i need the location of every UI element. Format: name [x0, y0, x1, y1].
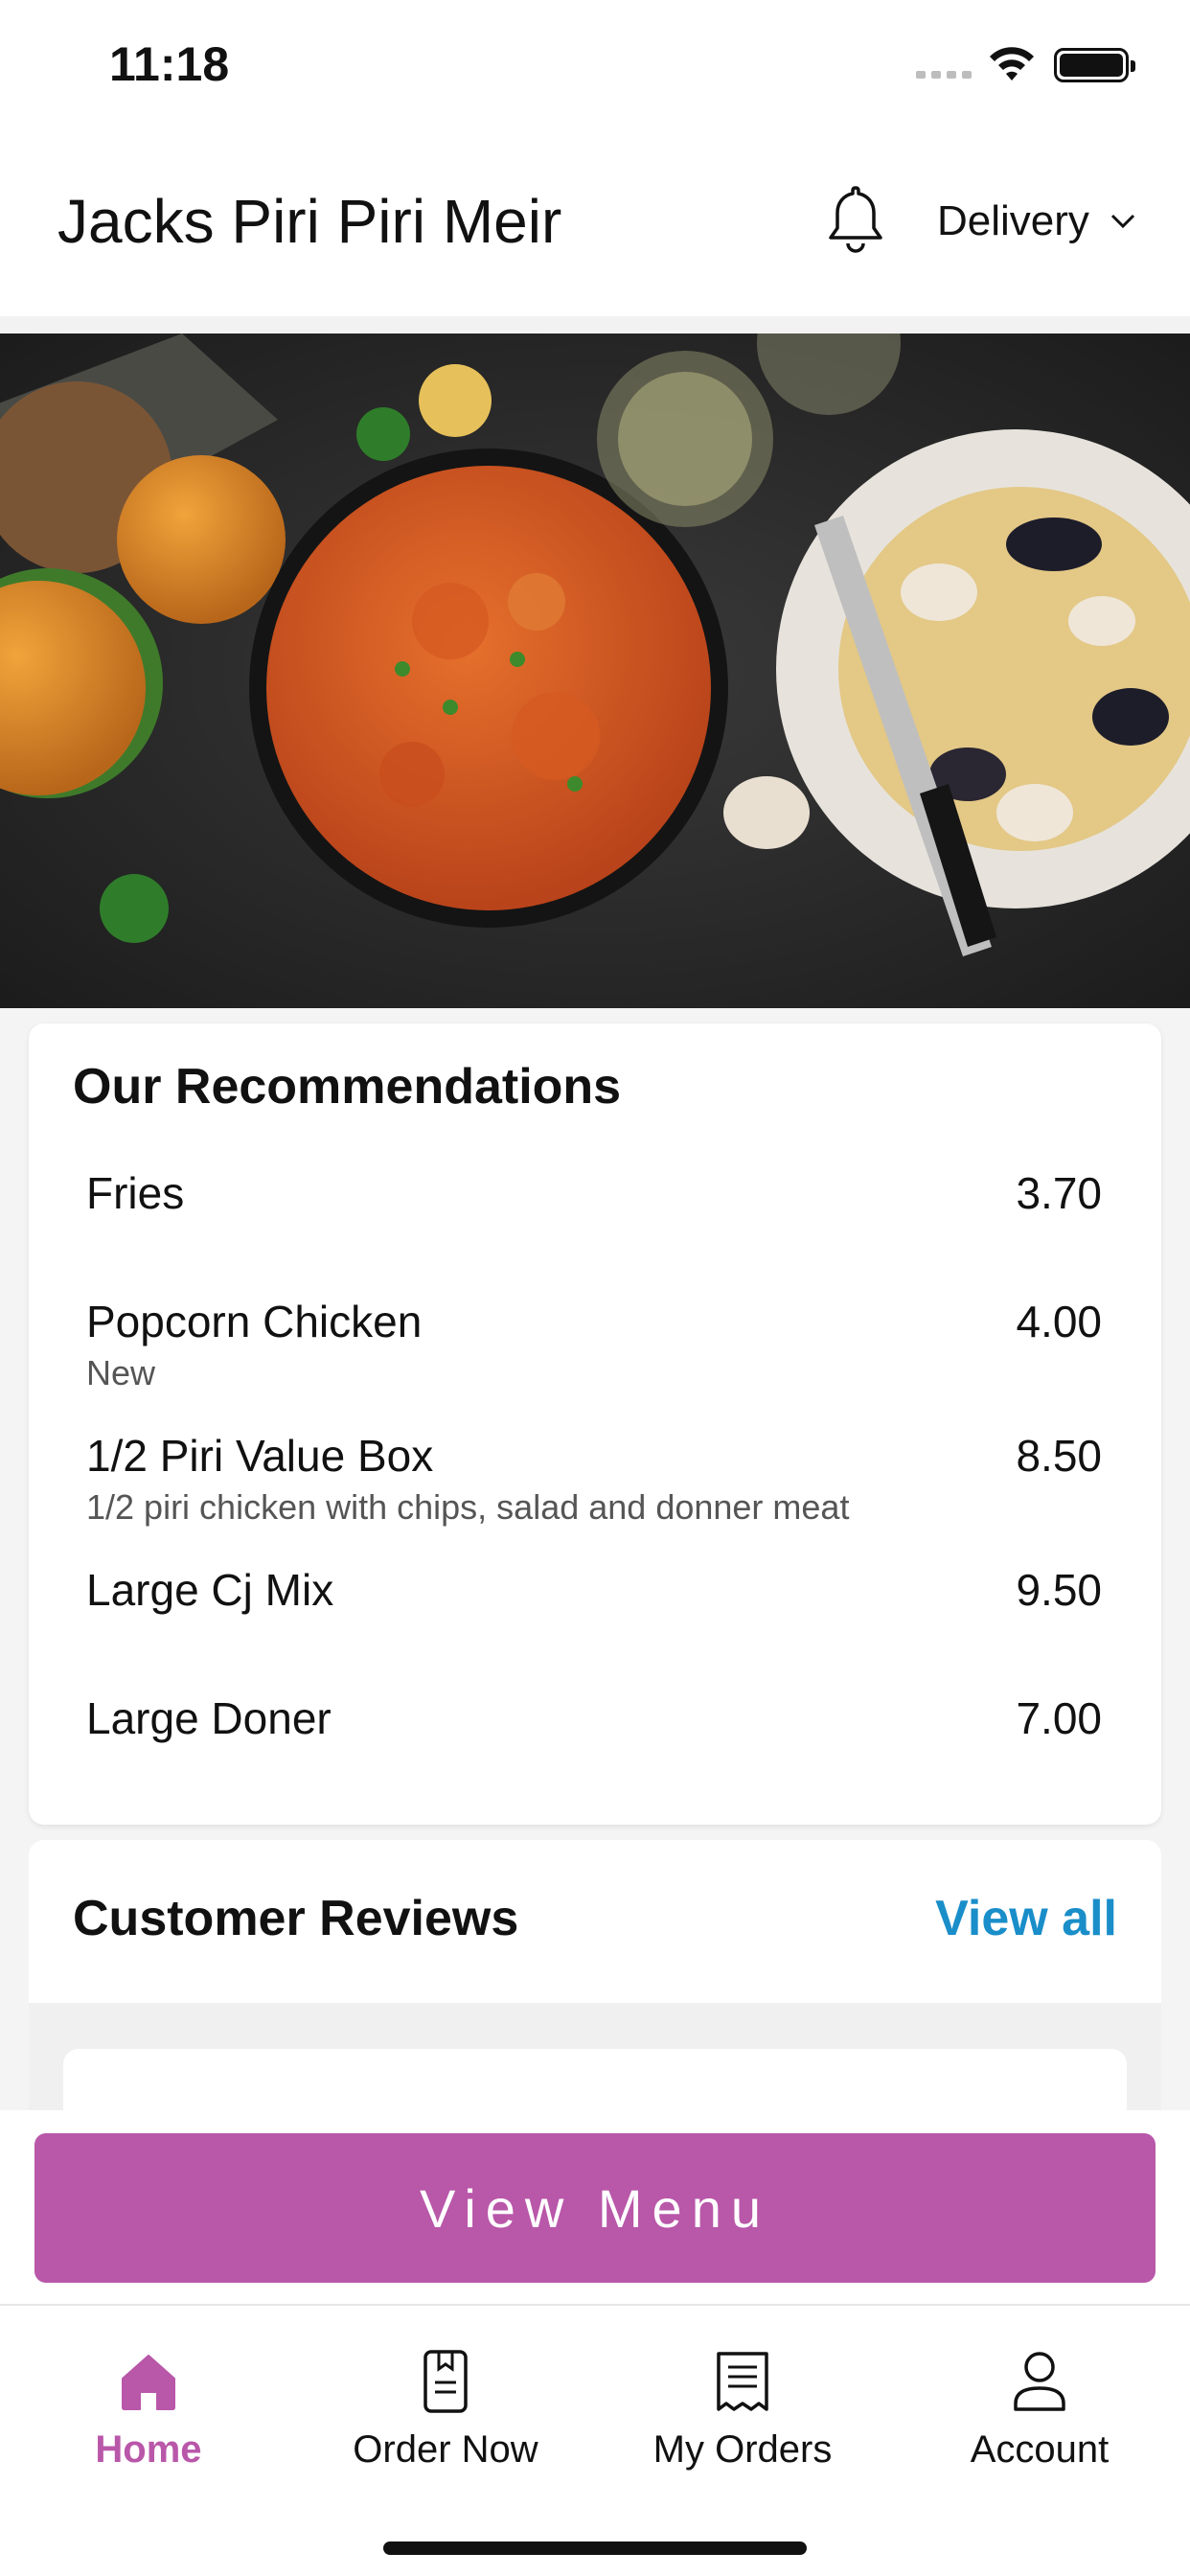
menu-book-icon	[423, 2350, 468, 2413]
view-all-reviews-link[interactable]: View all	[935, 1890, 1117, 1947]
item-name: Large Cj Mix	[86, 1565, 334, 1615]
recommendation-item-popcorn-chicken[interactable]: Popcorn Chicken New 4.00	[86, 1296, 1102, 1411]
reviews-title: Customer Reviews	[73, 1891, 519, 1946]
recommendation-item-large-cj-mix[interactable]: Large Cj Mix 9.50	[86, 1564, 1102, 1679]
recommendations-title: Our Recommendations	[73, 1059, 622, 1115]
bottom-tab-bar: Home Order Now My Orders Account	[0, 2304, 1190, 2576]
header-separator	[0, 316, 1190, 334]
chevron-down-icon	[1110, 214, 1134, 229]
item-name: Popcorn Chicken	[86, 1297, 423, 1346]
item-price: 8.50	[1016, 1431, 1102, 1481]
home-icon	[122, 2355, 175, 2410]
view-menu-button[interactable]: View Menu	[34, 2133, 1156, 2283]
person-icon	[1014, 2352, 1065, 2411]
tab-order-now[interactable]: Order Now	[297, 2348, 594, 2492]
cellular-signal-icon	[916, 71, 972, 79]
store-name: Jacks Piri Piri Meir	[57, 187, 562, 256]
item-price: 4.00	[1016, 1297, 1102, 1346]
item-name: Large Doner	[86, 1693, 332, 1743]
item-description: 1/2 piri chicken with chips, salad and d…	[86, 1487, 850, 1527]
tab-account[interactable]: Account	[891, 2348, 1188, 2492]
recommendation-item-piri-value-box[interactable]: 1/2 Piri Value Box 1/2 piri chicken with…	[86, 1430, 1102, 1545]
item-description: New	[86, 1353, 156, 1392]
item-price: 9.50	[1016, 1565, 1102, 1615]
review-card[interactable]	[63, 2049, 1127, 2110]
item-name: 1/2 Piri Value Box	[86, 1431, 434, 1481]
status-bar: 11:18	[0, 0, 1190, 134]
status-time: 11:18	[109, 37, 230, 91]
tab-label: Home	[95, 2428, 202, 2471]
bell-icon[interactable]	[824, 182, 887, 257]
receipt-icon	[717, 2352, 768, 2411]
home-indicator[interactable]	[383, 2542, 807, 2555]
tab-label: My Orders	[652, 2428, 833, 2471]
delivery-mode-selector[interactable]: Delivery	[937, 197, 1137, 245]
item-name: Fries	[86, 1168, 185, 1218]
tab-my-orders[interactable]: My Orders	[594, 2348, 891, 2492]
tab-label: Order Now	[353, 2428, 538, 2471]
battery-icon	[1054, 48, 1135, 82]
view-menu-area: View Menu	[0, 2110, 1190, 2302]
wifi-icon	[990, 47, 1034, 80]
recommendations-card: Our Recommendations Fries 3.70 Popcorn C…	[29, 1024, 1161, 1825]
hero-food-image	[0, 334, 1190, 1008]
customer-reviews-card: Customer Reviews View all	[29, 1840, 1161, 2110]
item-price: 7.00	[1016, 1693, 1102, 1743]
item-price: 3.70	[1016, 1168, 1102, 1218]
tab-label: Account	[970, 2428, 1110, 2471]
reviews-list	[29, 2003, 1161, 2110]
recommendation-item-large-doner[interactable]: Large Doner 7.00	[86, 1692, 1102, 1807]
app-header: Jacks Piri Piri Meir Delivery	[0, 134, 1190, 316]
tab-home[interactable]: Home	[0, 2348, 297, 2492]
delivery-mode-label: Delivery	[937, 197, 1089, 244]
recommendation-item-fries[interactable]: Fries 3.70	[86, 1167, 1102, 1282]
